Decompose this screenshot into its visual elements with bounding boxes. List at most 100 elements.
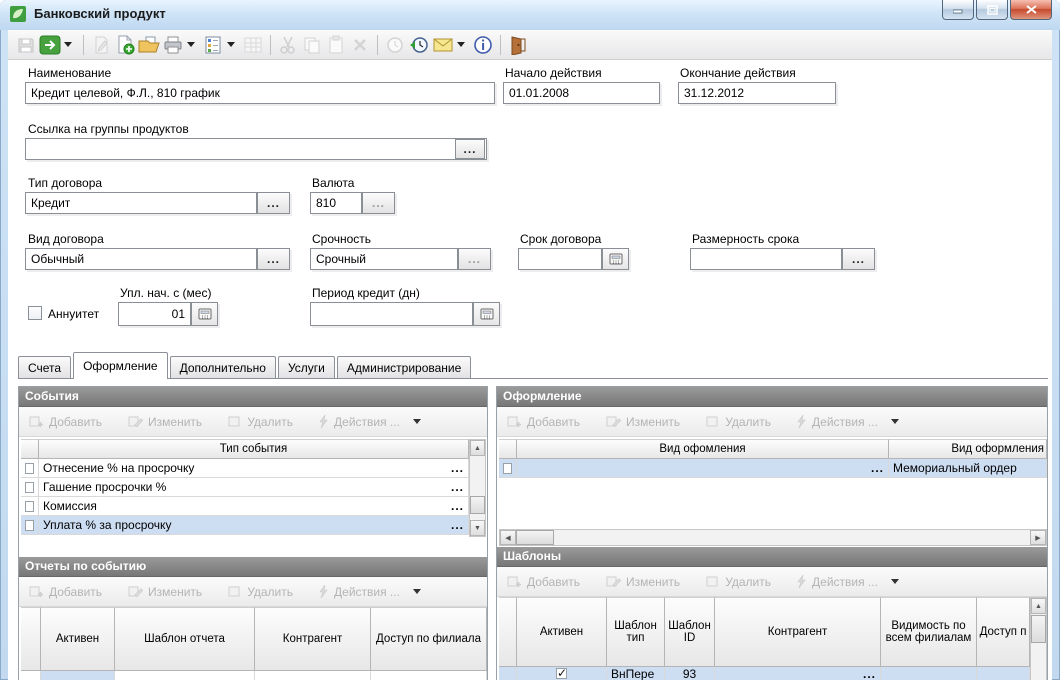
schedule-icon (383, 34, 407, 56)
currency-input[interactable] (310, 192, 362, 214)
events-vertical-scrollbar[interactable]: ▲ ▼ (469, 439, 486, 537)
post-dropdown-arrow[interactable] (64, 42, 72, 47)
name-input[interactable] (25, 82, 495, 104)
event-reports-add-button: Добавить (29, 585, 102, 599)
urgency-input[interactable] (310, 248, 458, 270)
cut-icon (276, 34, 300, 56)
scroll-up-button[interactable]: ▲ (1031, 598, 1046, 614)
registration-toolbar: Добавить Изменить Удалить Действия ... (497, 407, 1047, 437)
scroll-down-button[interactable]: ▼ (470, 520, 485, 536)
row-picker-button[interactable]: ... (451, 480, 464, 494)
row-picker-button[interactable]: ... (871, 461, 884, 475)
product-groups-picker-button[interactable]: ... (455, 139, 485, 159)
table-row-partial[interactable] (21, 671, 487, 680)
table-row-selected[interactable]: Уплата % за просрочку... (21, 516, 469, 535)
column-header: Шаблон ID (665, 597, 715, 667)
table-row-selected[interactable]: ... Мемориальный ордер (499, 459, 1047, 478)
delete-icon (228, 585, 242, 598)
minimize-button[interactable] (942, 0, 974, 20)
events-checkbox-column-header (21, 439, 39, 459)
scrollbar-thumb[interactable] (1031, 615, 1046, 643)
start-date-label: Начало действия (505, 66, 602, 80)
scroll-right-button[interactable]: ▶ (1030, 530, 1046, 545)
credit-period-input[interactable] (310, 302, 473, 326)
tab-accounts[interactable]: Счета (18, 356, 71, 378)
row-picker-button[interactable]: ... (451, 461, 464, 475)
copy-icon (300, 34, 324, 56)
templates-vertical-scrollbar[interactable]: ▲ (1030, 597, 1047, 680)
scrollbar-thumb[interactable] (516, 530, 554, 545)
toolbar-separator (270, 35, 271, 55)
accrual-start-calc-button[interactable] (191, 302, 218, 326)
app-window: Банковский продукт (0, 0, 1060, 680)
row-picker-button[interactable]: ... (451, 518, 464, 532)
tab-additional[interactable]: Дополнительно (170, 356, 276, 378)
registration-horizontal-scrollbar[interactable]: ◀ ▶ (499, 529, 1047, 546)
row-picker-button[interactable]: ... (451, 499, 464, 513)
reports-icon[interactable] (201, 34, 225, 56)
print-icon[interactable] (161, 34, 185, 56)
maximize-button[interactable] (976, 0, 1008, 20)
mail-icon[interactable] (431, 34, 455, 56)
edit-icon (128, 585, 143, 598)
tab-services[interactable]: Услуги (278, 356, 335, 378)
start-date-input[interactable] (503, 82, 660, 104)
table-row[interactable]: Отнесение % на просрочку... (21, 459, 469, 478)
contract-kind-input[interactable] (25, 248, 257, 270)
contract-type-input[interactable] (25, 192, 257, 214)
lightning-icon (797, 575, 807, 588)
reports-dropdown-arrow[interactable] (227, 42, 235, 47)
row-checkbox[interactable] (25, 520, 34, 531)
contract-type-picker-button[interactable]: ... (257, 192, 290, 214)
table-row[interactable]: Гашение просрочки %... (21, 478, 469, 497)
delete-icon (706, 575, 720, 588)
row-checkbox[interactable] (25, 463, 34, 474)
info-icon[interactable] (471, 34, 495, 56)
events-edit-button: Изменить (128, 415, 202, 429)
toolbar-separator (377, 35, 378, 55)
credit-period-calc-button[interactable] (473, 302, 500, 326)
events-delete-button: Удалить (228, 415, 293, 429)
row-checkbox-checked[interactable] (556, 668, 567, 679)
history-icon[interactable] (407, 34, 431, 56)
scrollbar-thumb[interactable] (470, 496, 485, 514)
row-checkbox[interactable] (503, 463, 512, 474)
lightning-icon (319, 415, 329, 428)
accrual-start-input[interactable] (118, 302, 191, 326)
delete-icon (228, 415, 242, 428)
table-row-selected[interactable]: ВнПере 93 ... (499, 667, 1030, 680)
app-icon (10, 6, 26, 22)
row-picker-button[interactable]: ... (863, 667, 876, 680)
term-dimension-picker-button[interactable]: ... (842, 248, 875, 270)
edit-icon (606, 575, 621, 588)
open-folder-icon[interactable] (137, 34, 161, 56)
new-document-icon[interactable] (113, 34, 137, 56)
term-dimension-input[interactable] (690, 248, 842, 270)
toolbar-separator (500, 35, 501, 55)
contract-term-calc-button[interactable] (602, 248, 629, 270)
contract-term-input[interactable] (518, 248, 602, 270)
scroll-up-button[interactable]: ▲ (470, 440, 485, 456)
titlebar[interactable]: Банковский продукт (0, 0, 1060, 30)
end-date-input[interactable] (678, 82, 836, 104)
close-button[interactable] (1010, 0, 1052, 20)
edit-icon (128, 415, 143, 428)
post-button[interactable] (38, 34, 62, 56)
row-checkbox[interactable] (25, 482, 34, 493)
urgency-picker-button[interactable]: ... (458, 248, 491, 270)
product-groups-input[interactable] (25, 138, 487, 160)
templates-table: Активен Шаблон тип Шаблон ID Контрагент … (499, 597, 1030, 680)
table-row[interactable]: Комиссия... (21, 497, 469, 516)
print-dropdown-arrow[interactable] (187, 42, 195, 47)
tab-administration[interactable]: Администрирование (337, 356, 471, 378)
scroll-left-button[interactable]: ◀ (500, 530, 516, 545)
annuity-checkbox[interactable] (28, 306, 42, 320)
column-header: Вид офомления (517, 439, 889, 459)
event-reports-toolbar: Добавить Изменить Удалить Действия ... (19, 577, 487, 607)
row-checkbox[interactable] (25, 501, 34, 512)
exit-icon[interactable] (506, 34, 530, 56)
tab-registration[interactable]: Оформление (73, 352, 167, 379)
currency-picker-button[interactable]: ... (362, 192, 395, 214)
contract-kind-picker-button[interactable]: ... (257, 248, 290, 270)
mail-dropdown-arrow[interactable] (457, 42, 465, 47)
